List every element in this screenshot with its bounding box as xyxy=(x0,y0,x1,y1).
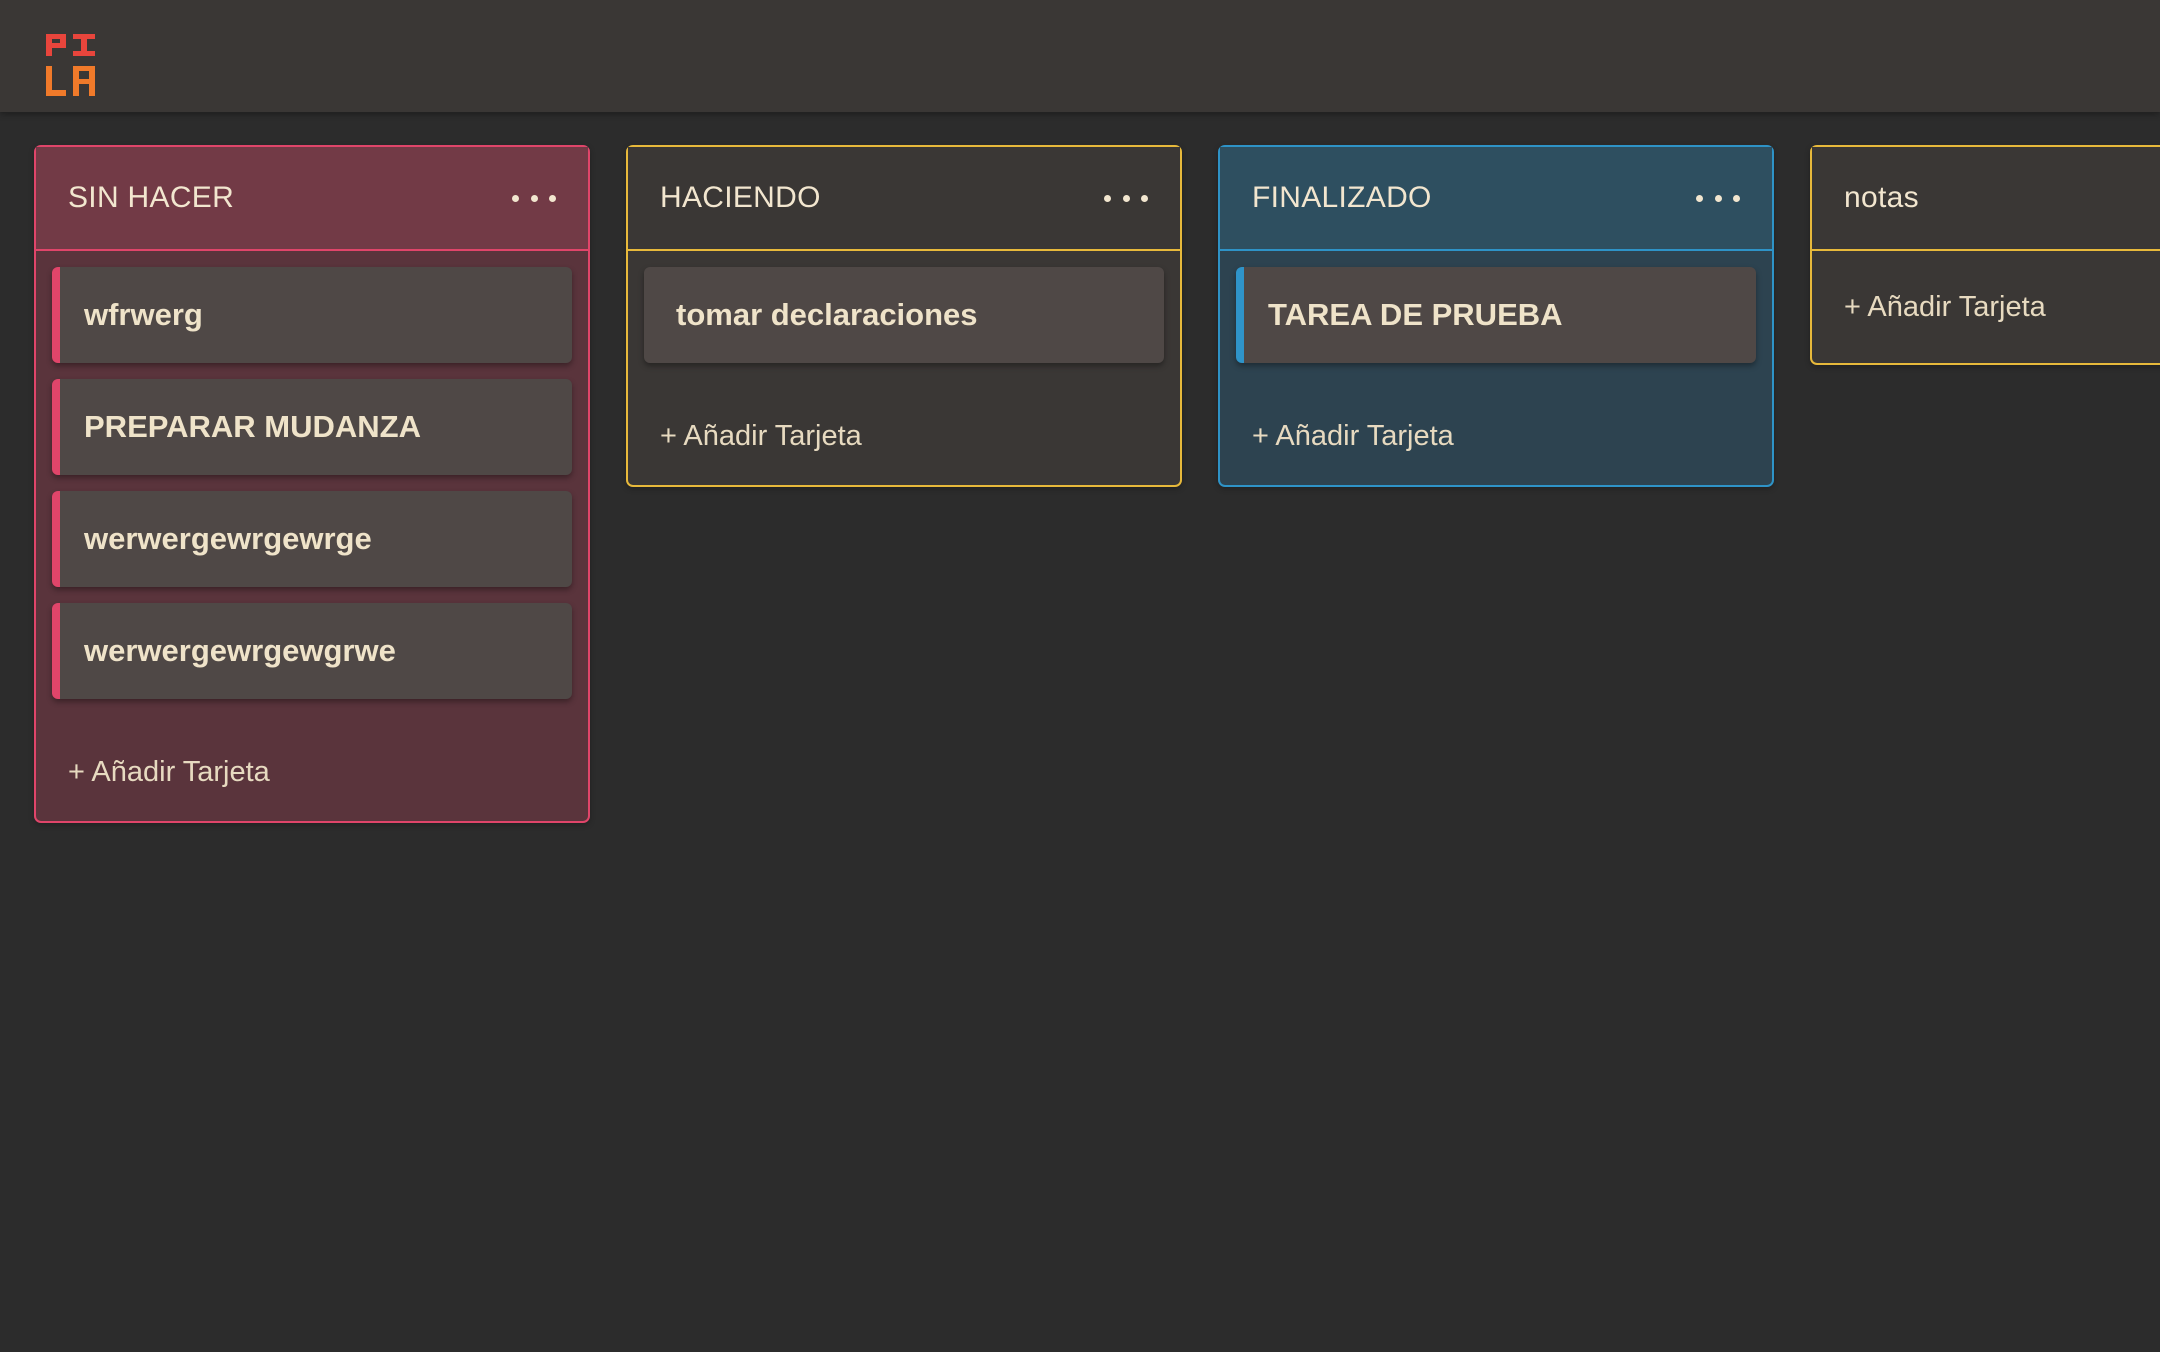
app-logo[interactable] xyxy=(46,34,98,98)
column-header: HACIENDO xyxy=(628,147,1180,251)
task-card[interactable]: PREPARAR MUDANZA xyxy=(52,379,572,475)
more-options-icon[interactable] xyxy=(1104,183,1148,213)
column-notas: notas + Añadir Tarjeta xyxy=(1810,145,2160,365)
column-header: FINALIZADO xyxy=(1220,147,1772,251)
task-card[interactable]: werwergewrgewrge xyxy=(52,491,572,587)
column-title: SIN HACER xyxy=(68,181,235,214)
column-sin-hacer: SIN HACER wfrwerg PREPARAR MUDANZA werwe… xyxy=(34,145,590,823)
column-title: HACIENDO xyxy=(660,181,821,214)
task-card[interactable]: tomar declaraciones xyxy=(644,267,1164,363)
add-card-button[interactable]: + Añadir Tarjeta xyxy=(628,387,1180,485)
task-card[interactable]: werwergewrgewgrwe xyxy=(52,603,572,699)
column-title: FINALIZADO xyxy=(1252,181,1432,214)
column-header: SIN HACER xyxy=(36,147,588,251)
column-finalizado: FINALIZADO TAREA DE PRUEBA + Añadir Tarj… xyxy=(1218,145,1774,487)
add-card-button[interactable]: + Añadir Tarjeta xyxy=(1812,251,2160,363)
column-header: notas xyxy=(1812,147,2160,251)
column-haciendo: HACIENDO tomar declaraciones + Añadir Ta… xyxy=(626,145,1182,487)
add-card-button[interactable]: + Añadir Tarjeta xyxy=(1220,387,1772,485)
column-title: notas xyxy=(1844,181,1919,214)
add-card-button[interactable]: + Añadir Tarjeta xyxy=(36,723,588,821)
task-card[interactable]: wfrwerg xyxy=(52,267,572,363)
more-options-icon[interactable] xyxy=(1696,183,1740,213)
app-header xyxy=(0,0,2160,112)
task-card[interactable]: TAREA DE PRUEBA xyxy=(1236,267,1756,363)
more-options-icon[interactable] xyxy=(512,183,556,213)
